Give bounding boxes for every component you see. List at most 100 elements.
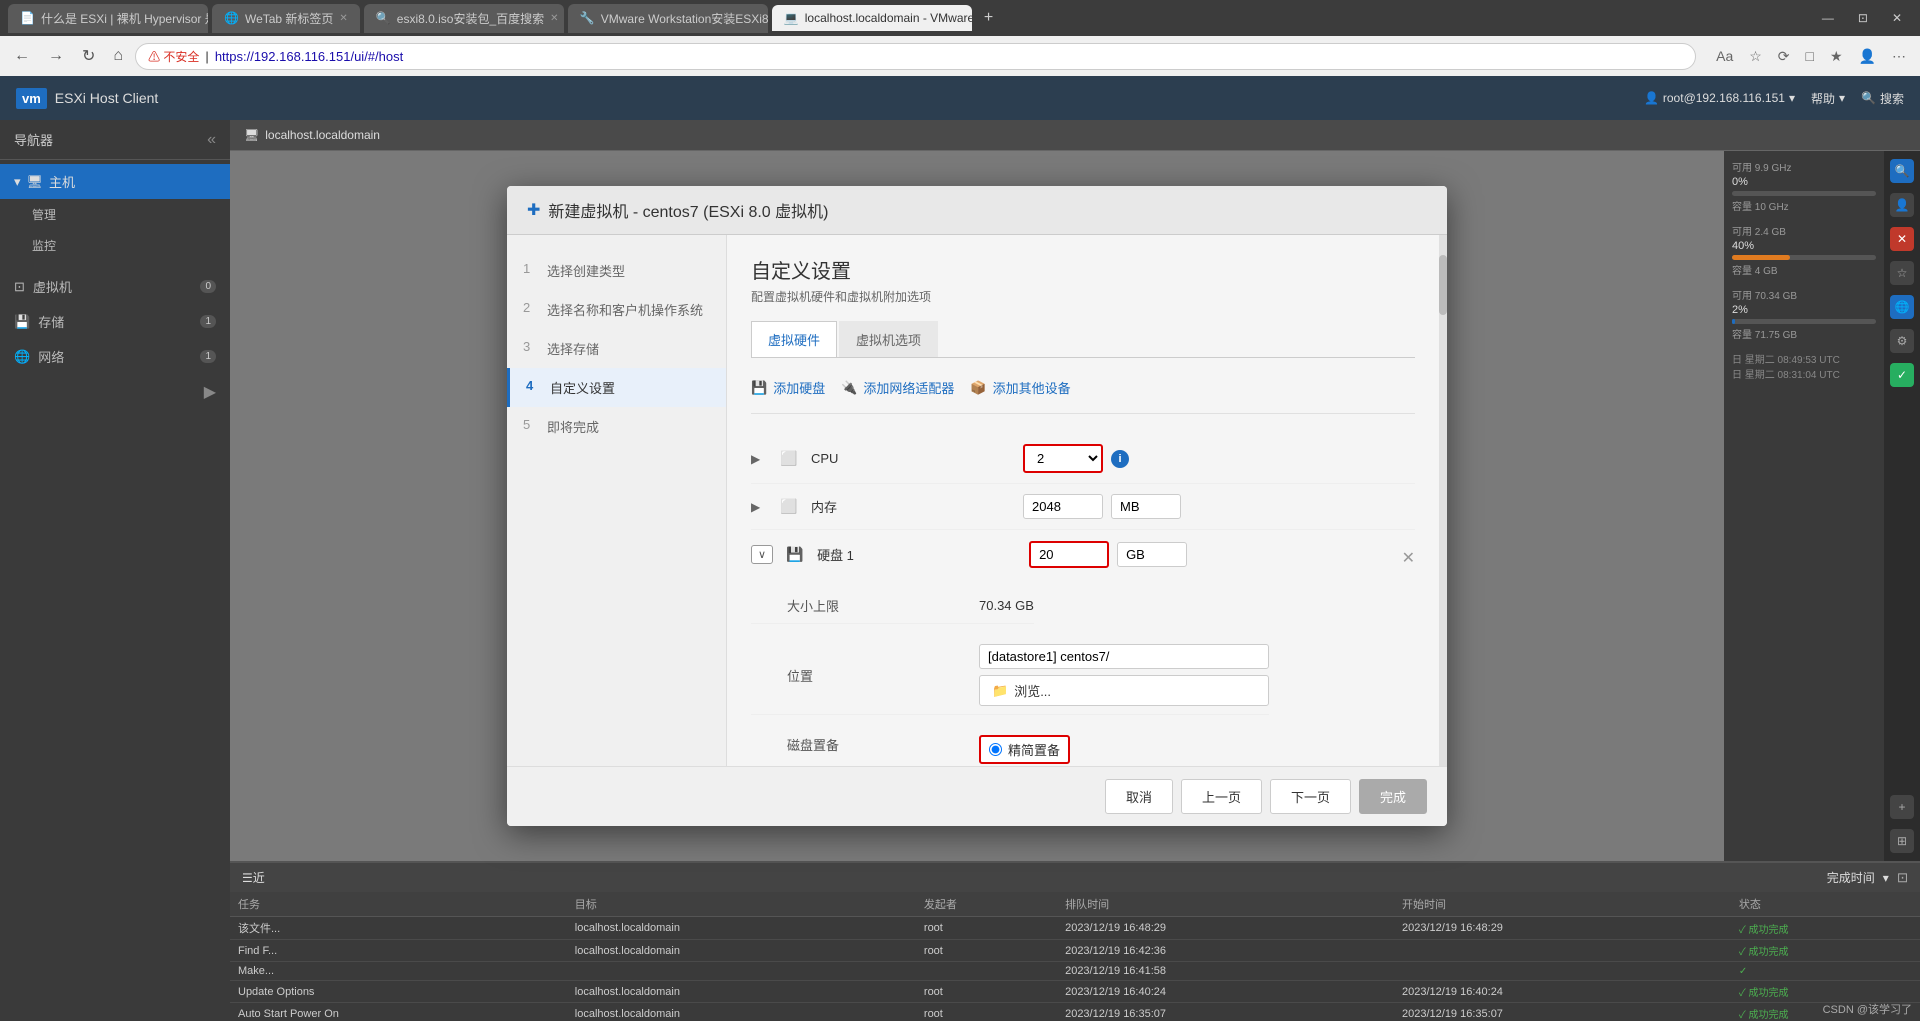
sync-icon[interactable]: ⟳ <box>1772 44 1796 69</box>
extensions-icon[interactable]: □ <box>1800 44 1820 69</box>
tab-5[interactable]: 💻 localhost.localdomain - VMware... ✕ <box>772 5 972 31</box>
modal-title: 新建虚拟机 - centos7 (ESXi 8.0 虚拟机) <box>548 198 828 222</box>
sidebar-item-network[interactable]: 🌐 网络 1 <box>0 339 230 374</box>
search-button[interactable]: 🔍 搜索 <box>1861 90 1904 107</box>
sidebar-item-monitor[interactable]: 监控 <box>0 230 230 261</box>
close-window-button[interactable]: ✕ <box>1882 7 1912 29</box>
nav-collapse-button[interactable]: « <box>207 131 216 149</box>
right-icon-bookmark[interactable]: ☆ <box>1890 261 1914 285</box>
provisioning-thin[interactable]: 精简置备 <box>979 735 1104 764</box>
tab-vm-options[interactable]: 虚拟机选项 <box>839 321 938 357</box>
next-button[interactable]: 下一页 <box>1270 779 1351 814</box>
help-button[interactable]: 帮助 ▾ <box>1811 90 1845 107</box>
disk-remove-button[interactable]: ✕ <box>1402 548 1415 568</box>
add-network-button[interactable]: 🔌 添加网络适配器 <box>841 378 954 397</box>
minimize-button[interactable]: — <box>1812 7 1844 29</box>
vm-logo: vm <box>16 88 47 109</box>
modal-scrollbar[interactable] <box>1439 235 1447 766</box>
step-2[interactable]: 2 选择名称和客户机操作系统 <box>507 290 726 329</box>
translate-icon[interactable]: Aa <box>1710 44 1739 69</box>
mem-bar-fill <box>1732 255 1790 260</box>
task-queued: 2023/12/19 16:42:36 <box>1057 940 1394 962</box>
disk-unit-select[interactable]: GB TB <box>1117 542 1187 567</box>
right-icon-plus[interactable]: + <box>1890 795 1914 819</box>
task-status: ✓ <box>1731 962 1920 981</box>
tab-2-close[interactable]: ✕ <box>339 13 347 24</box>
right-icon-close[interactable]: ✕ <box>1890 227 1914 251</box>
memory-unit-select[interactable]: MB GB <box>1111 494 1181 519</box>
address-bar[interactable]: ⚠ 不安全 | https://192.168.116.151/ui/#/hos… <box>135 43 1696 70</box>
user-menu-button[interactable]: 👤 root@192.168.116.151 ▾ <box>1644 91 1795 105</box>
prev-button[interactable]: 上一页 <box>1181 779 1262 814</box>
tab-3-close[interactable]: ✕ <box>550 13 558 24</box>
right-icon-globe[interactable]: 🌐 <box>1890 295 1914 319</box>
restore-button[interactable]: ⊡ <box>1848 7 1878 29</box>
storage-avail-label: 可用 70.34 GB <box>1732 287 1876 302</box>
mem-resource-item: 可用 2.4 GB 40% 容量 4 GB <box>1732 223 1876 277</box>
step-3-num: 3 <box>523 339 539 358</box>
new-tab-button[interactable]: + <box>976 5 1001 31</box>
back-button[interactable]: ← <box>8 45 36 67</box>
step-3[interactable]: 3 选择存储 <box>507 329 726 368</box>
scroll-thumb[interactable] <box>1439 255 1447 315</box>
add-device-button[interactable]: 📦 添加其他设备 <box>970 378 1070 397</box>
memory-expand-icon[interactable]: ▶ <box>751 500 767 514</box>
task-status: ✓ 成功完成 <box>1731 917 1920 940</box>
finish-button[interactable]: 完成 <box>1359 779 1427 814</box>
memory-icon: ⬜ <box>779 498 799 515</box>
add-network-label: 添加网络适配器 <box>863 378 954 397</box>
disk-provisioning-row: 磁盘置备 精简置备 <box>751 727 1104 766</box>
col-target: 目标 <box>567 892 916 917</box>
bottom-panel-header: ☰ 近 完成时间 ▾ ⊡ <box>230 863 1920 892</box>
browse-button[interactable]: 📁 浏览... <box>979 675 1269 706</box>
cpu-count-select[interactable]: 2 1 4 8 <box>1023 444 1103 473</box>
right-icon-check[interactable]: ✓ <box>1890 363 1914 387</box>
memory-value-input[interactable] <box>1023 494 1103 519</box>
sidebar-item-host[interactable]: ▾ 🖥 主机 <box>0 164 230 199</box>
tab-2[interactable]: 🌐 WeTab 新标签页 ✕ <box>212 4 360 33</box>
disk-size-input[interactable] <box>1029 541 1109 568</box>
home-button[interactable]: ⌂ <box>107 45 129 67</box>
profile-icon[interactable]: 👤 <box>1853 44 1882 69</box>
sidebar-item-storage[interactable]: 💾 存储 1 <box>0 304 230 339</box>
favorites-icon[interactable]: ★ <box>1824 44 1849 69</box>
disk-location-input[interactable] <box>979 644 1269 669</box>
cpu-info-icon[interactable]: i <box>1111 450 1129 468</box>
right-icon-person[interactable]: 👤 <box>1890 193 1914 217</box>
right-icon-resize[interactable]: ⊞ <box>1890 829 1914 853</box>
cpu-cap-label: 容量 10 GHz <box>1732 198 1876 213</box>
bookmark-icon[interactable]: ☆ <box>1743 44 1768 69</box>
right-icon-settings[interactable]: ⚙ <box>1890 329 1914 353</box>
forward-button[interactable]: → <box>42 45 70 67</box>
modal-overlay: ✚ 新建虚拟机 - centos7 (ESXi 8.0 虚拟机) 1 <box>230 151 1724 861</box>
sidebar-item-vm[interactable]: ⊡ 虚拟机 0 <box>0 269 230 304</box>
step-5[interactable]: 5 即将完成 <box>507 407 726 446</box>
tab-4[interactable]: 🔧 VMware Workstation安装ESXi8... ✕ <box>568 4 768 33</box>
step-1[interactable]: 1 选择创建类型 <box>507 251 726 290</box>
task-started <box>1394 940 1731 962</box>
bottom-panel-expand-button[interactable]: ⊡ <box>1897 870 1908 886</box>
cancel-button[interactable]: 取消 <box>1105 779 1173 814</box>
more-icon[interactable]: ⋯ <box>1886 44 1912 69</box>
sidebar-right-expand-icon[interactable]: ▶ <box>204 382 216 402</box>
disk-expand-button[interactable]: ∨ <box>751 545 773 564</box>
task-queued: 2023/12/19 16:35:07 <box>1057 1003 1394 1021</box>
provisioning-thin-radio[interactable] <box>989 743 1002 756</box>
sidebar-nav: 导航器 « ▾ 🖥 主机 管理 监控 <box>0 120 230 1021</box>
task-started: 2023/12/19 16:40:24 <box>1394 981 1731 1003</box>
add-disk-button[interactable]: 💾 添加硬盘 <box>751 378 825 397</box>
host-label: 主机 <box>49 172 75 191</box>
tab-1[interactable]: 📄 什么是 ESXi | 裸机 Hypervisor 是... ✕ <box>8 4 208 33</box>
help-chevron-icon: ▾ <box>1839 91 1845 105</box>
cpu-expand-icon[interactable]: ▶ <box>751 452 767 466</box>
sidebar-item-manage[interactable]: 管理 <box>0 199 230 230</box>
provisioning-options: 精简置备 厚置备，延迟置零 <box>979 735 1104 766</box>
right-icon-search[interactable]: 🔍 <box>1890 159 1914 183</box>
tab-virtual-hardware[interactable]: 虚拟硬件 <box>751 321 837 357</box>
disk-size-control: GB TB <box>1029 541 1187 568</box>
step-4[interactable]: 4 自定义设置 <box>507 368 726 407</box>
reload-button[interactable]: ↻ <box>76 44 101 68</box>
tab-3[interactable]: 🔍 esxi8.0.iso安装包_百度搜索 ✕ <box>364 4 564 33</box>
vm-label: 虚拟机 <box>33 277 72 296</box>
user-chevron-icon: ▾ <box>1789 91 1795 105</box>
